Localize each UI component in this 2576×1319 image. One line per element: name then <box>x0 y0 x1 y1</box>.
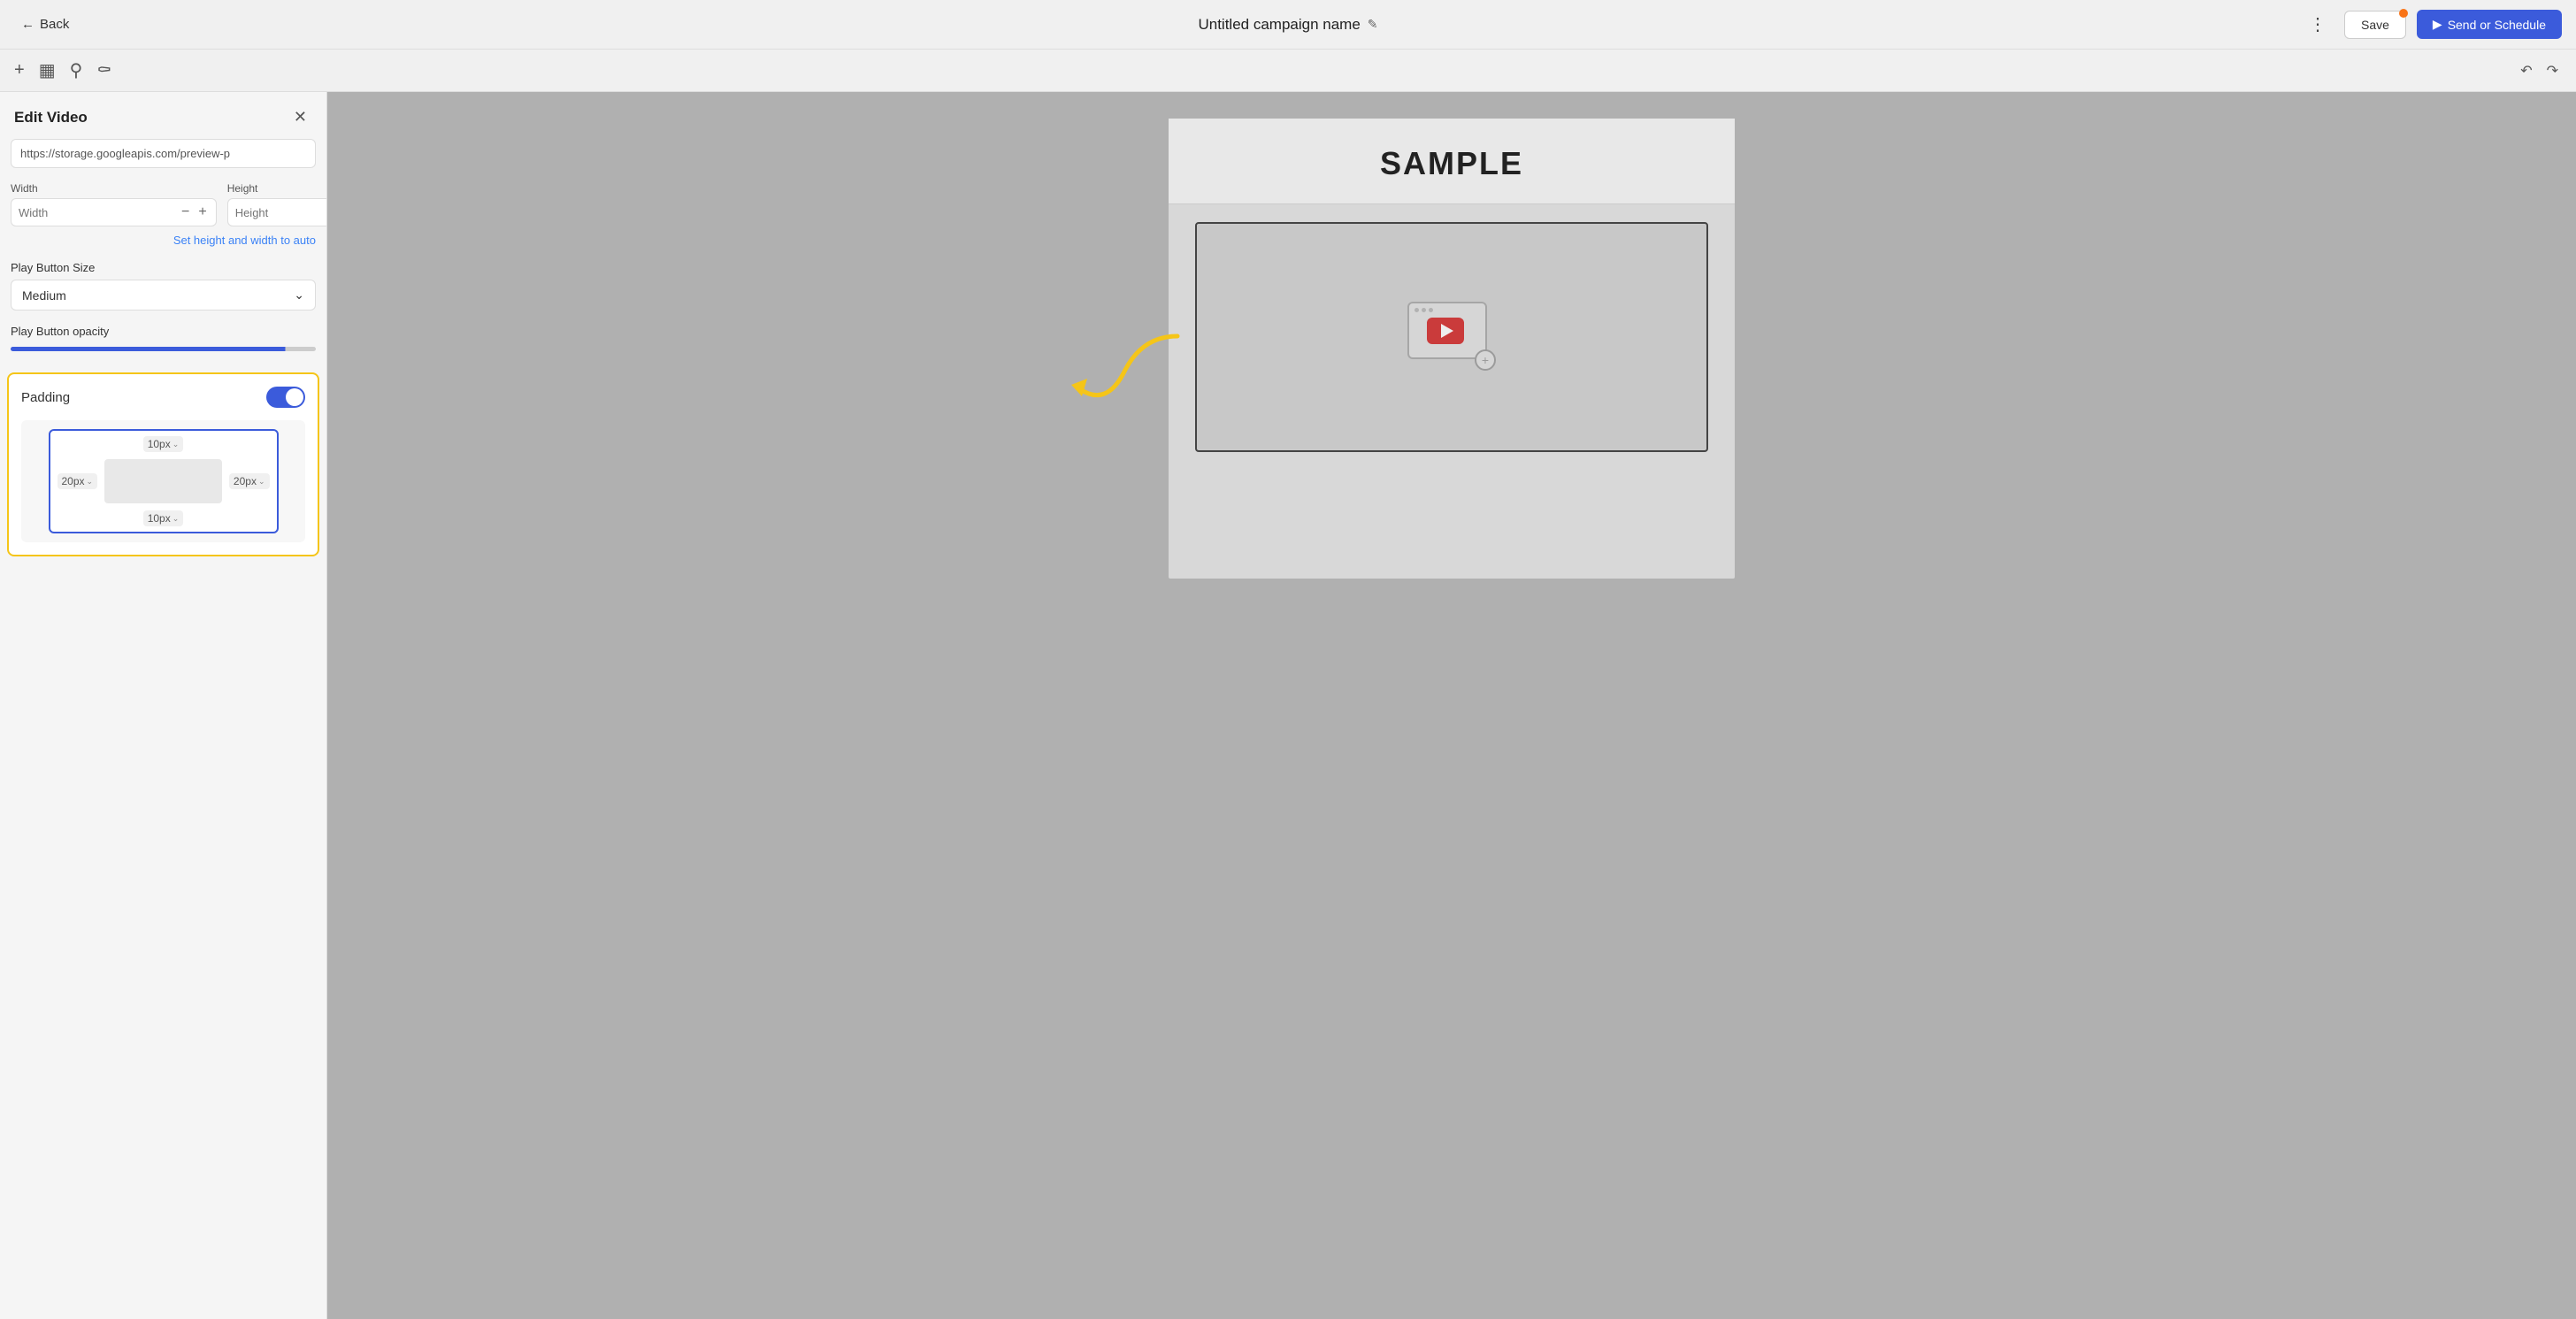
height-input-field: − + <box>227 198 327 226</box>
padding-center-box <box>104 459 222 503</box>
redo-button[interactable]: ↷ <box>2543 58 2562 83</box>
layers-icon[interactable]: ▦ <box>39 59 56 81</box>
video-placeholder: + <box>1407 302 1496 372</box>
canvas-area: SAMPLE <box>327 92 2576 1319</box>
play-button-size-select[interactable]: Medium ⌄ <box>11 280 316 311</box>
email-canvas: SAMPLE <box>1169 119 1735 579</box>
sample-title: SAMPLE <box>1204 145 1699 182</box>
video-icon-wrap: + <box>1407 302 1496 372</box>
preview-icon[interactable]: ⚰ <box>96 59 111 81</box>
back-button[interactable]: ← Back <box>14 13 76 35</box>
browser-dot-3 <box>1429 308 1433 312</box>
play-triangle-icon <box>1441 324 1453 338</box>
width-group: Width − + <box>11 182 217 226</box>
more-options-button[interactable]: ⋮ <box>2302 10 2334 39</box>
edit-panel: Edit Video ✕ https://storage.googleapis.… <box>0 92 327 1319</box>
undo-button[interactable]: ↶ <box>2517 58 2535 83</box>
padding-section: Padding 10px ⌄ <box>7 372 319 556</box>
padding-middle-row: 20px ⌄ 20px ⌄ <box>50 456 277 507</box>
height-input[interactable] <box>235 206 327 219</box>
padding-bottom-value[interactable]: 10px ⌄ <box>143 510 184 526</box>
campaign-title: Untitled campaign name <box>1198 16 1360 34</box>
video-url-field[interactable]: https://storage.googleapis.com/preview-p <box>11 139 316 168</box>
toolbar-left: + ▦ ⚲ ⚰ <box>14 59 111 81</box>
padding-left-value[interactable]: 20px ⌄ <box>58 473 98 489</box>
email-header-block: SAMPLE <box>1169 119 1735 204</box>
save-label: Save <box>2361 18 2389 32</box>
browser-dots <box>1409 303 1485 315</box>
width-decrement-button[interactable]: − <box>180 204 191 220</box>
browser-dot-2 <box>1422 308 1426 312</box>
chevron-down-icon: ⌄ <box>294 288 304 303</box>
width-increment-button[interactable]: + <box>196 204 208 220</box>
add-video-icon: + <box>1475 349 1496 371</box>
canvas-wrapper: SAMPLE <box>1169 119 1735 579</box>
padding-right-chevron: ⌄ <box>258 477 265 487</box>
browser-dot-1 <box>1414 308 1419 312</box>
padding-bottom-row: 10px ⌄ <box>50 507 277 532</box>
back-label: Back <box>40 17 69 32</box>
video-block[interactable]: + <box>1195 222 1708 452</box>
send-or-schedule-button[interactable]: ▶ Send or Schedule <box>2417 10 2562 39</box>
padding-box-container: 10px ⌄ 20px ⌄ 20px ⌄ <box>21 420 305 542</box>
opacity-section: Play Button opacity <box>0 325 326 365</box>
height-label: Height <box>227 182 327 195</box>
edit-panel-title: Edit Video <box>14 109 88 127</box>
padding-title: Padding <box>21 390 70 405</box>
send-icon: ▶ <box>2433 17 2442 32</box>
toolbar: + ▦ ⚲ ⚰ ↶ ↷ <box>0 50 2576 92</box>
send-label: Send or Schedule <box>2448 18 2546 32</box>
add-icon[interactable]: + <box>14 60 25 81</box>
width-input[interactable] <box>19 206 174 219</box>
auto-dimensions-link[interactable]: Set height and width to auto <box>0 234 326 261</box>
header-center: Untitled campaign name ✎ <box>1198 16 1377 34</box>
toggle-thumb <box>286 388 303 406</box>
padding-toggle[interactable] <box>266 387 305 408</box>
padding-right-value[interactable]: 20px ⌄ <box>229 473 270 489</box>
dimensions-row: Width − + Height − + <box>0 182 326 226</box>
padding-left-chevron: ⌄ <box>87 477 94 487</box>
header-left: ← Back <box>14 13 76 35</box>
padding-top-row: 10px ⌄ <box>50 431 277 456</box>
opacity-slider[interactable] <box>11 347 316 351</box>
height-group: Height − + <box>227 182 327 226</box>
top-header: ← Back Untitled campaign name ✎ ⋮ Save ▶… <box>0 0 2576 50</box>
notification-dot <box>2399 9 2408 18</box>
header-right: ⋮ Save ▶ Send or Schedule <box>2302 10 2562 39</box>
save-button[interactable]: Save <box>2344 11 2406 39</box>
filter-icon[interactable]: ⚲ <box>70 59 83 81</box>
padding-top-chevron: ⌄ <box>172 440 180 449</box>
main-layout: Edit Video ✕ https://storage.googleapis.… <box>0 92 2576 1319</box>
edit-title-icon[interactable]: ✎ <box>1368 17 1378 32</box>
width-label: Width <box>11 182 217 195</box>
padding-visual: 10px ⌄ 20px ⌄ 20px ⌄ <box>49 429 279 533</box>
padding-header: Padding <box>21 387 305 408</box>
opacity-label: Play Button opacity <box>11 325 316 338</box>
play-button-size-value: Medium <box>22 288 66 303</box>
back-arrow-icon: ← <box>21 17 34 32</box>
youtube-play-button <box>1427 318 1464 344</box>
padding-top-value[interactable]: 10px ⌄ <box>143 436 184 452</box>
width-input-field: − + <box>11 198 217 226</box>
toolbar-right: ↶ ↷ <box>2517 58 2562 83</box>
edit-panel-header: Edit Video ✕ <box>0 92 326 139</box>
close-panel-button[interactable]: ✕ <box>288 106 312 128</box>
play-button-size-label: Play Button Size <box>0 261 326 280</box>
padding-bottom-chevron: ⌄ <box>172 514 180 524</box>
